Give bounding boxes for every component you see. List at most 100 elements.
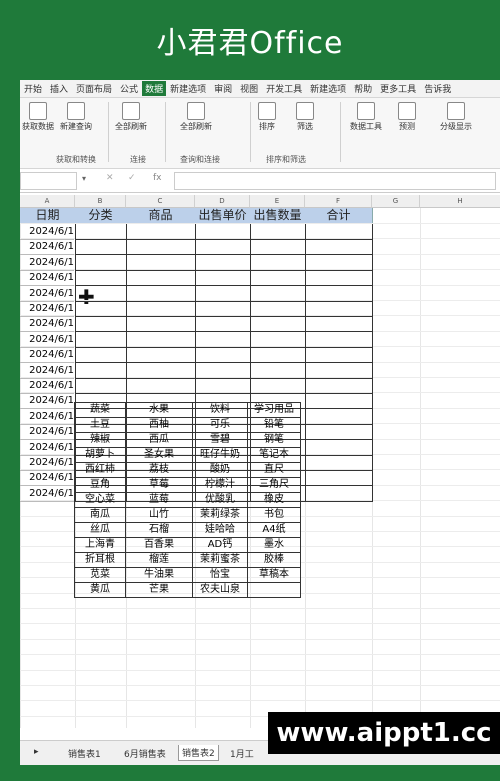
sheet-tab[interactable]: 销售表1 bbox=[68, 747, 101, 760]
table-cell[interactable] bbox=[250, 378, 305, 394]
category-cell[interactable]: 橡皮 bbox=[247, 492, 301, 508]
date-cell[interactable]: 2024/6/1 bbox=[20, 393, 74, 410]
table-header-cell[interactable]: 合计 bbox=[305, 208, 373, 223]
category-cell[interactable]: 娃哈哈 bbox=[192, 522, 248, 538]
table-header-cell[interactable]: 商品 bbox=[126, 208, 196, 223]
table-cell[interactable] bbox=[195, 331, 250, 348]
table-cell[interactable] bbox=[250, 285, 305, 302]
category-cell[interactable]: 茉莉绿茶 bbox=[192, 507, 248, 523]
sheet-tab[interactable]: 销售表2 bbox=[178, 745, 219, 761]
table-cell[interactable] bbox=[195, 239, 250, 256]
category-cell[interactable]: 荔枝 bbox=[125, 462, 193, 478]
table-cell[interactable] bbox=[75, 347, 126, 364]
category-cell[interactable]: 圣女果 bbox=[125, 447, 193, 463]
table-cell[interactable] bbox=[250, 362, 305, 379]
category-cell[interactable]: 蔬菜 bbox=[74, 402, 126, 418]
date-cell[interactable]: 2024/6/1 bbox=[20, 316, 74, 333]
table-cell[interactable] bbox=[75, 301, 126, 317]
date-cell[interactable]: 2024/6/1 bbox=[20, 255, 74, 271]
table-cell[interactable] bbox=[75, 239, 126, 256]
category-cell[interactable]: 钢笔 bbox=[247, 432, 301, 448]
category-cell[interactable]: 饮料 bbox=[192, 402, 248, 418]
table-cell[interactable] bbox=[195, 347, 250, 364]
category-cell[interactable]: 优酸乳 bbox=[192, 492, 248, 508]
table-cell[interactable] bbox=[305, 470, 373, 487]
category-cell[interactable]: 西瓜 bbox=[125, 432, 193, 448]
ribbon-button[interactable]: 获取数据 bbox=[22, 102, 54, 132]
menu-item[interactable]: 公式 bbox=[116, 82, 142, 95]
table-cell[interactable] bbox=[75, 285, 126, 302]
category-cell[interactable]: 胡萝卜 bbox=[74, 447, 126, 463]
table-cell[interactable] bbox=[195, 285, 250, 302]
menu-item[interactable]: 插入 bbox=[46, 82, 72, 95]
category-cell[interactable]: 牛油果 bbox=[125, 567, 193, 583]
table-cell[interactable] bbox=[305, 393, 373, 410]
table-cell[interactable] bbox=[305, 316, 373, 333]
table-cell[interactable] bbox=[305, 254, 373, 271]
category-cell[interactable] bbox=[247, 582, 301, 598]
category-cell[interactable]: 胶棒 bbox=[247, 552, 301, 568]
menu-item[interactable]: 开始 bbox=[20, 82, 46, 95]
column-header[interactable]: B bbox=[75, 195, 126, 208]
table-cell[interactable] bbox=[75, 270, 126, 287]
category-cell[interactable]: 草莓 bbox=[125, 477, 193, 493]
date-cell[interactable]: 2024/6/1 bbox=[20, 424, 74, 441]
category-cell[interactable]: 榴莲 bbox=[125, 552, 193, 568]
table-cell[interactable] bbox=[250, 347, 305, 364]
table-cell[interactable] bbox=[305, 331, 373, 348]
date-cell[interactable]: 2024/6/1 bbox=[20, 286, 74, 302]
ribbon-button[interactable]: 分级显示 bbox=[440, 102, 472, 132]
chevron-down-icon[interactable]: ▾ bbox=[82, 174, 86, 183]
category-cell[interactable]: 直尺 bbox=[247, 462, 301, 478]
category-cell[interactable]: 三角尺 bbox=[247, 477, 301, 493]
table-cell[interactable] bbox=[305, 224, 373, 240]
table-cell[interactable] bbox=[250, 270, 305, 287]
name-box[interactable] bbox=[20, 172, 77, 190]
column-header[interactable]: E bbox=[250, 195, 305, 208]
table-cell[interactable] bbox=[195, 362, 250, 379]
table-cell[interactable] bbox=[126, 239, 195, 256]
menu-item[interactable]: 告诉我 bbox=[420, 82, 455, 95]
table-cell[interactable] bbox=[250, 239, 305, 256]
category-cell[interactable]: 苋菜 bbox=[74, 567, 126, 583]
column-header[interactable]: H bbox=[420, 195, 500, 208]
table-cell[interactable] bbox=[126, 378, 195, 394]
formula-input[interactable] bbox=[174, 172, 496, 190]
table-cell[interactable] bbox=[195, 378, 250, 394]
table-cell[interactable] bbox=[305, 408, 373, 425]
category-cell[interactable]: 怡宝 bbox=[192, 567, 248, 583]
table-cell[interactable] bbox=[250, 224, 305, 240]
category-cell[interactable]: 折耳根 bbox=[74, 552, 126, 568]
category-cell[interactable]: 南瓜 bbox=[74, 507, 126, 523]
category-cell[interactable]: 农夫山泉 bbox=[192, 582, 248, 598]
table-cell[interactable] bbox=[75, 378, 126, 394]
category-cell[interactable]: 空心菜 bbox=[74, 492, 126, 508]
table-cell[interactable] bbox=[305, 270, 373, 287]
table-cell[interactable] bbox=[305, 347, 373, 364]
category-cell[interactable]: A4纸 bbox=[247, 522, 301, 538]
category-cell[interactable]: 石榴 bbox=[125, 522, 193, 538]
date-cell[interactable]: 2024/6/1 bbox=[20, 378, 74, 394]
table-cell[interactable] bbox=[195, 270, 250, 287]
table-cell[interactable] bbox=[195, 224, 250, 240]
category-cell[interactable]: 书包 bbox=[247, 507, 301, 523]
category-cell[interactable]: 笔记本 bbox=[247, 447, 301, 463]
table-cell[interactable] bbox=[75, 224, 126, 240]
ribbon-button[interactable]: 新建查询 bbox=[60, 102, 92, 132]
table-cell[interactable] bbox=[305, 455, 373, 471]
date-cell[interactable]: 2024/6/1 bbox=[20, 332, 74, 348]
category-cell[interactable]: 可乐 bbox=[192, 417, 248, 433]
table-cell[interactable] bbox=[250, 331, 305, 348]
category-cell[interactable]: 百香果 bbox=[125, 537, 193, 553]
table-header-cell[interactable]: 出售单价 bbox=[195, 208, 251, 223]
column-header[interactable]: D bbox=[195, 195, 250, 208]
menu-item[interactable]: 审阅 bbox=[210, 82, 236, 95]
column-header[interactable]: G bbox=[372, 195, 420, 208]
table-cell[interactable] bbox=[195, 316, 250, 333]
ribbon-button[interactable]: 预测 bbox=[398, 102, 416, 132]
table-cell[interactable] bbox=[305, 239, 373, 256]
menu-item[interactable]: 新建选项 bbox=[306, 82, 350, 95]
category-cell[interactable]: 上海青 bbox=[74, 537, 126, 553]
column-header[interactable]: A bbox=[20, 195, 75, 208]
table-cell[interactable] bbox=[305, 439, 373, 456]
